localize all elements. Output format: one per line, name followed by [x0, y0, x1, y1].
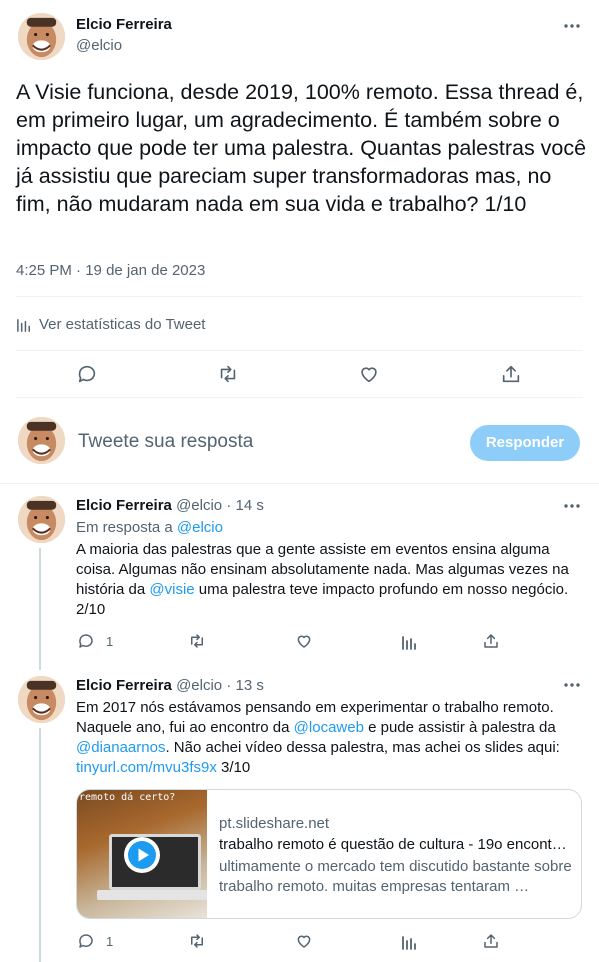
reply-text: A maioria das palestras que a gente assi… [76, 540, 581, 620]
link-card[interactable]: remoto dá certo? pt.slideshare.net traba… [76, 789, 582, 919]
divider [0, 483, 599, 484]
reply-context: Em resposta a @elcio [76, 519, 223, 536]
reply-count: 1 [106, 934, 114, 949]
share-icon[interactable] [482, 932, 500, 950]
author-name[interactable]: Elcio Ferreira [76, 16, 172, 33]
avatar[interactable] [18, 676, 65, 723]
thumb-caption: remoto dá certo? [79, 792, 176, 803]
stats-label: Ver estatísticas do Tweet [39, 315, 206, 333]
reply-text: Em 2017 nós estávamos pensando em experi… [76, 698, 581, 778]
stats-icon [16, 316, 33, 333]
avatar[interactable] [18, 417, 65, 464]
mention-link[interactable]: @visie [149, 581, 194, 598]
time-ago[interactable]: 13 s [235, 677, 263, 694]
reply-header: Elcio Ferreira @elcio · 13 s [76, 677, 264, 694]
text-segment: e pude assistir à palestra da [368, 719, 556, 736]
more-icon[interactable] [562, 675, 582, 695]
reply-header: Elcio Ferreira @elcio · 14 s [76, 497, 264, 514]
separator: · [226, 677, 232, 694]
text-segment: . Não achei vídeo dessa palestra, mas ac… [165, 739, 560, 756]
author-handle[interactable]: @elcio [176, 677, 222, 694]
reply-icon[interactable] [76, 363, 98, 385]
author-handle[interactable]: @elcio [76, 37, 122, 54]
thread-line [39, 548, 41, 670]
stats-icon[interactable] [401, 933, 419, 951]
separator: · [76, 262, 82, 279]
reply-button[interactable]: Responder [470, 425, 580, 461]
reply-prefix: Em resposta a [76, 519, 173, 536]
reply-icon[interactable] [77, 932, 95, 950]
card-title: trabalho remoto é questão de cultura - 1… [219, 836, 567, 853]
reply-count: 1 [106, 634, 114, 649]
tweet-date: 19 de jan de 2023 [85, 262, 206, 279]
time-ago[interactable]: 14 s [235, 497, 263, 514]
author-name[interactable]: Elcio Ferreira [76, 677, 172, 694]
laptop-base [97, 890, 207, 900]
share-icon[interactable] [500, 363, 522, 385]
retweet-icon[interactable] [217, 363, 239, 385]
retweet-icon[interactable] [188, 932, 206, 950]
mention-link[interactable]: @dianaarnos [76, 739, 165, 756]
share-icon[interactable] [482, 632, 500, 650]
tweet-time: 4:25 PM [16, 262, 72, 279]
url-link[interactable]: tinyurl.com/mvu3fs9x [76, 759, 217, 776]
author-name[interactable]: Elcio Ferreira [76, 497, 172, 514]
more-icon[interactable] [562, 16, 582, 36]
avatar[interactable] [18, 496, 65, 543]
divider [16, 350, 583, 351]
card-domain: pt.slideshare.net [219, 815, 330, 832]
like-icon[interactable] [358, 363, 380, 385]
card-thumbnail: remoto dá certo? [77, 790, 207, 918]
more-icon[interactable] [562, 496, 582, 516]
retweet-icon[interactable] [188, 632, 206, 650]
tweet-text: A Visie funciona, desde 2019, 100% remot… [16, 80, 587, 216]
reply-input[interactable]: Tweete sua resposta [78, 431, 253, 453]
mention-link[interactable]: @locaweb [294, 719, 364, 736]
view-stats-link[interactable]: Ver estatísticas do Tweet [16, 314, 205, 334]
thread-line [39, 728, 41, 962]
card-description: ultimamente o mercado tem discutido bast… [219, 858, 572, 895]
play-icon[interactable] [124, 837, 160, 873]
separator: · [226, 497, 232, 514]
like-icon[interactable] [295, 932, 313, 950]
text-segment: 3/10 [221, 759, 251, 776]
mention-link[interactable]: @elcio [177, 519, 223, 536]
divider [16, 296, 583, 297]
divider [16, 397, 583, 398]
tweet-timestamp[interactable]: 4:25 PM · 19 de jan de 2023 [16, 262, 205, 279]
stats-icon[interactable] [401, 633, 419, 651]
avatar[interactable] [18, 13, 65, 60]
like-icon[interactable] [295, 632, 313, 650]
author-handle[interactable]: @elcio [176, 497, 222, 514]
reply-icon[interactable] [77, 632, 95, 650]
